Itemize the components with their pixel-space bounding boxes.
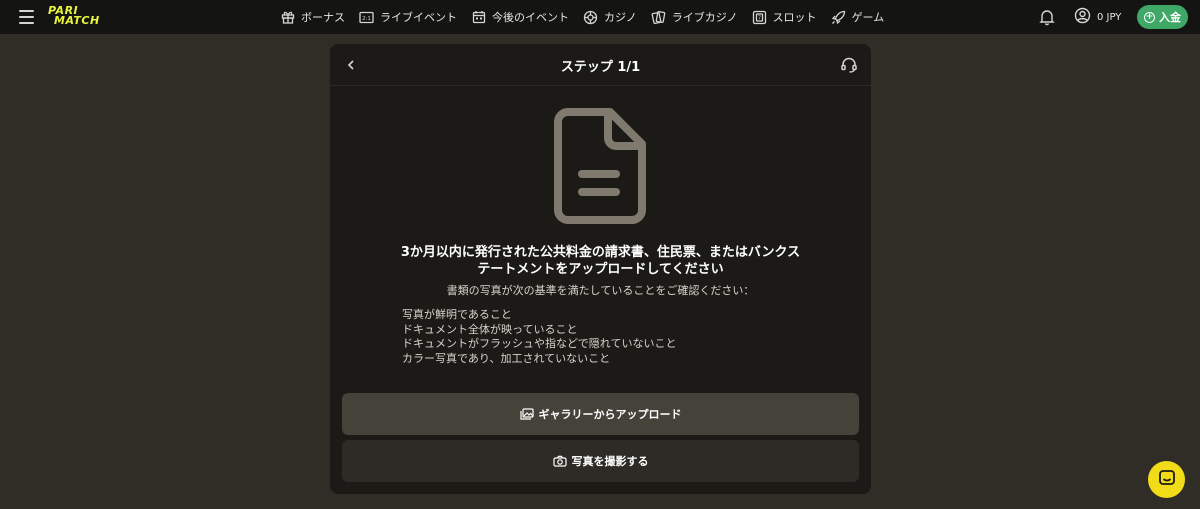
nav-label: 今後のイベント bbox=[492, 11, 569, 24]
main-nav: ボーナス 2:1 ライブイベント 今後のイベント カジノ ライブカジノ 7 スロ… bbox=[280, 0, 898, 34]
roulette-icon bbox=[583, 10, 598, 25]
nav-label: ボーナス bbox=[301, 11, 345, 24]
list-item: ドキュメントがフラッシュや指などで隠れていないこと bbox=[402, 337, 677, 350]
criteria-intro: 書類の写真が次の基準を満たしていることをご確認ください： bbox=[446, 284, 755, 297]
plus-icon: + bbox=[1144, 11, 1155, 23]
nav-item-slots[interactable]: 7 スロット bbox=[752, 0, 817, 34]
modal-header: ステップ 1/1 bbox=[330, 44, 871, 86]
list-item: カラー写真であり、加工されていないこと bbox=[402, 351, 611, 365]
nav-label: ライブカジノ bbox=[671, 11, 738, 24]
svg-text:2:1: 2:1 bbox=[362, 16, 371, 22]
nav-item-bonus[interactable]: ボーナス bbox=[280, 0, 345, 34]
document-icon bbox=[554, 108, 646, 224]
nav-item-live-events[interactable]: 2:1 ライブイベント bbox=[359, 0, 457, 34]
calendar-icon bbox=[471, 10, 486, 25]
chat-bubble-icon bbox=[1158, 469, 1176, 491]
heading-line-1: 3か月以内に発行された公共料金の請求書、住民票、またはバンクス bbox=[400, 245, 801, 260]
parimatch-logo[interactable]: PARI MATCH bbox=[48, 5, 116, 28]
step-title: ステップ 1/1 bbox=[560, 60, 641, 75]
user-avatar-icon bbox=[1074, 7, 1091, 28]
nav-label: ゲーム bbox=[851, 11, 885, 24]
heading-line-2: テートメントをアップロードしてください bbox=[477, 262, 724, 277]
deposit-button[interactable]: + 入金 bbox=[1137, 5, 1188, 29]
balance-amount: 0 JPY bbox=[1097, 11, 1122, 23]
camera-button-label: 写真を撮影する bbox=[571, 455, 649, 468]
deposit-label: 入金 bbox=[1159, 11, 1181, 24]
nav-item-upcoming-events[interactable]: 今後のイベント bbox=[471, 0, 569, 34]
scoreboard-icon: 2:1 bbox=[359, 10, 374, 25]
top-navigation-bar: PARI MATCH ボーナス 2:1 ライブイベント 今後のイベント カジノ bbox=[0, 0, 1200, 34]
gift-icon bbox=[280, 10, 295, 25]
cards-icon bbox=[651, 10, 666, 25]
gallery-icon bbox=[519, 408, 534, 420]
upload-from-gallery-button[interactable]: ギャラリーからアップロード bbox=[342, 393, 859, 435]
nav-label: ライブイベント bbox=[380, 11, 457, 24]
logo-line2: MATCH bbox=[54, 14, 100, 27]
nav-label: スロット bbox=[772, 11, 817, 24]
camera-icon bbox=[552, 455, 567, 467]
menu-hamburger-icon[interactable] bbox=[19, 10, 34, 24]
rocket-icon bbox=[831, 10, 846, 25]
live-chat-button[interactable] bbox=[1148, 461, 1185, 498]
nav-item-casino[interactable]: カジノ bbox=[583, 0, 637, 34]
support-headset-icon[interactable] bbox=[840, 56, 858, 74]
list-item: ドキュメント全体が映っていること bbox=[402, 322, 578, 336]
nav-label: カジノ bbox=[604, 11, 637, 24]
verification-modal: ステップ 1/1 3か月以内に発行された公共料金の請求書、住民票、またはバンクス… bbox=[330, 44, 871, 494]
photo-criteria-list: 写真が鮮明であること ドキュメント全体が映っていること ドキュメントがフラッシュ… bbox=[402, 308, 822, 366]
gallery-button-label: ギャラリーからアップロード bbox=[538, 408, 682, 421]
svg-text:7: 7 bbox=[757, 15, 760, 21]
nav-item-live-casino[interactable]: ライブカジノ bbox=[651, 0, 738, 34]
account-balance[interactable]: 0 JPY bbox=[1074, 7, 1121, 27]
slot-icon: 7 bbox=[752, 10, 767, 25]
list-item: 写真が鮮明であること bbox=[402, 308, 512, 321]
upload-instruction-heading: 3か月以内に発行された公共料金の請求書、住民票、またはバンクス テートメントをア… bbox=[370, 244, 831, 278]
nav-item-games[interactable]: ゲーム bbox=[831, 0, 885, 34]
take-photo-button[interactable]: 写真を撮影する bbox=[342, 440, 859, 482]
notification-bell-icon[interactable] bbox=[1039, 8, 1055, 26]
